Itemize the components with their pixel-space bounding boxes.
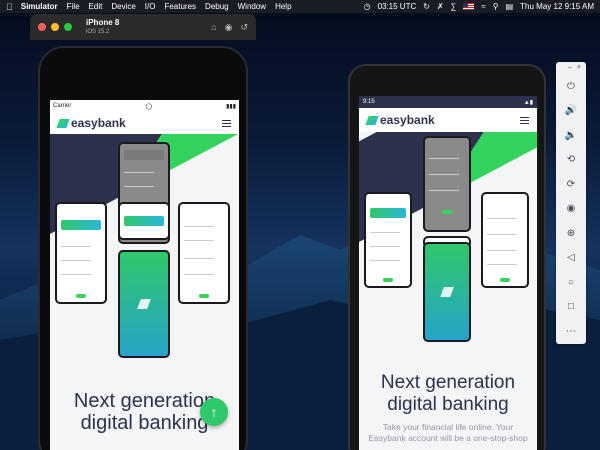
- android-hero-section: [359, 132, 537, 372]
- volume-up-icon[interactable]: 🔊: [556, 99, 586, 124]
- hamburger-menu-icon[interactable]: [222, 119, 231, 127]
- android-logo-text: easybank: [380, 113, 435, 127]
- android-headline-line-1: Next generation: [380, 372, 516, 393]
- rotate-icon[interactable]: ↺: [240, 22, 248, 33]
- menu-help[interactable]: Help: [275, 2, 291, 11]
- iphone-screen[interactable]: Carrier ◯ ▮▮▮ easybank Next generation d…: [50, 100, 239, 450]
- mockup-phone-right: [178, 202, 230, 304]
- sync-icon[interactable]: ↻: [423, 2, 430, 11]
- android-mockup-phone-right: [481, 192, 529, 288]
- overview-icon[interactable]: □: [556, 295, 586, 320]
- menu-debug[interactable]: Debug: [205, 2, 229, 11]
- hero-section: [50, 134, 239, 374]
- ios-status-bar: Carrier ◯ ▮▮▮: [50, 100, 239, 112]
- menu-file[interactable]: File: [67, 2, 80, 11]
- close-icon[interactable]: ×: [577, 64, 581, 74]
- ios-clock-icon: ◯: [145, 103, 153, 110]
- mockup-phone-center: [118, 202, 170, 240]
- menu-app-name[interactable]: Simulator: [21, 2, 58, 11]
- more-icon[interactable]: ⋯: [556, 319, 586, 344]
- power-icon[interactable]: ⏻: [556, 74, 586, 99]
- home-icon[interactable]: ⌂: [211, 22, 216, 33]
- menu-device[interactable]: Device: [111, 2, 135, 11]
- window-controls: [38, 23, 72, 31]
- battery-icon: ▮▮▮: [226, 103, 236, 110]
- zoom-window-button[interactable]: [64, 23, 72, 31]
- android-headline-line-2: digital banking: [387, 394, 509, 415]
- android-hero-headline: Next generation digital banking: [359, 372, 537, 416]
- zoom-icon[interactable]: ⊕: [556, 221, 586, 246]
- ios-carrier: Carrier: [53, 103, 72, 109]
- us-flag-icon[interactable]: [463, 3, 475, 10]
- camera-icon[interactable]: ◉: [556, 197, 586, 222]
- android-mockup-phone-top: [423, 136, 471, 232]
- subtext-line-1: Take your financial life online. Your: [382, 422, 514, 432]
- android-app-header: easybank: [359, 108, 537, 132]
- menu-io[interactable]: I/O: [145, 2, 156, 11]
- close-window-button[interactable]: [38, 23, 46, 31]
- device-os-version: iOS 15.2: [86, 29, 110, 35]
- minimize-icon[interactable]: –: [568, 64, 572, 74]
- android-mockup-phone-left: [364, 192, 412, 288]
- easybank-logo-icon: [365, 115, 379, 125]
- simulator-title-bar[interactable]: iPhone 8 iOS 15.2 ⌂ ◉ ↺: [30, 14, 256, 40]
- timer-icon[interactable]: ◷: [364, 2, 371, 11]
- app-header: easybank: [50, 112, 239, 134]
- hero-subtext: Take your financial life online. Your Ea…: [359, 422, 537, 444]
- macos-menu-bar:  Simulator File Edit Device I/O Feature…: [0, 0, 600, 13]
- android-status-bar: 9:15 ▲▮: [359, 96, 537, 108]
- minimize-window-button[interactable]: [51, 23, 59, 31]
- easybank-logo-icon: [56, 118, 70, 128]
- rotate-right-icon[interactable]: ⟳: [556, 172, 586, 197]
- logo-text: easybank: [71, 116, 126, 130]
- emulator-control-bar: – × ⏻ 🔊 🔉 ⟲ ⟳ ◉ ⊕ ◁ ○ □ ⋯: [556, 62, 586, 344]
- menu-window[interactable]: Window: [238, 2, 266, 11]
- home-icon[interactable]: ○: [556, 270, 586, 295]
- wifi-icon[interactable]: ≈: [481, 2, 485, 11]
- emulator-window-controls: – ×: [556, 64, 586, 74]
- back-icon[interactable]: ◁: [556, 246, 586, 271]
- menubar-datetime[interactable]: Thu May 12 9:15 AM: [520, 2, 594, 11]
- rotate-left-icon[interactable]: ⟲: [556, 148, 586, 173]
- simulator-toolbar: ⌂ ◉ ↺: [211, 22, 248, 33]
- apple-menu-icon[interactable]: : [6, 2, 13, 12]
- android-hamburger-menu-icon[interactable]: [520, 116, 529, 124]
- android-time: 9:15: [363, 99, 375, 105]
- tools-icon[interactable]: ✗: [437, 2, 444, 11]
- android-screen[interactable]: 9:15 ▲▮ easybank Next generation digital…: [359, 96, 537, 450]
- android-mockup-phone-bottom: [423, 242, 471, 342]
- volume-down-icon[interactable]: 🔉: [556, 123, 586, 148]
- simulator-device-title: iPhone 8 iOS 15.2: [86, 18, 120, 36]
- control-center-icon[interactable]: ▤: [506, 2, 514, 11]
- android-easybank-logo[interactable]: easybank: [365, 113, 435, 127]
- mockup-phone-left: [55, 202, 107, 304]
- menu-edit[interactable]: Edit: [89, 2, 103, 11]
- screenshot-icon[interactable]: ◉: [225, 22, 233, 33]
- mockup-phone-bottom: [118, 250, 170, 358]
- subtext-line-2: Easybank account will be a one-stop-shop: [368, 433, 528, 443]
- menubar-utc-time[interactable]: 03:15 UTC: [378, 2, 417, 11]
- menubar-status-area: ◷ 03:15 UTC ↻ ✗ ∑ ≈ ⚲ ▤ Thu May 12 9:15 …: [364, 2, 594, 11]
- easybank-logo[interactable]: easybank: [56, 116, 126, 130]
- menu-features[interactable]: Features: [164, 2, 196, 11]
- scroll-top-button[interactable]: ↑: [200, 398, 228, 426]
- device-name: iPhone 8: [86, 18, 120, 27]
- script-icon[interactable]: ∑: [451, 2, 457, 11]
- android-signal-icon: ▲▮: [523, 99, 533, 106]
- search-icon[interactable]: ⚲: [493, 2, 499, 11]
- arrow-up-icon: ↑: [210, 404, 218, 420]
